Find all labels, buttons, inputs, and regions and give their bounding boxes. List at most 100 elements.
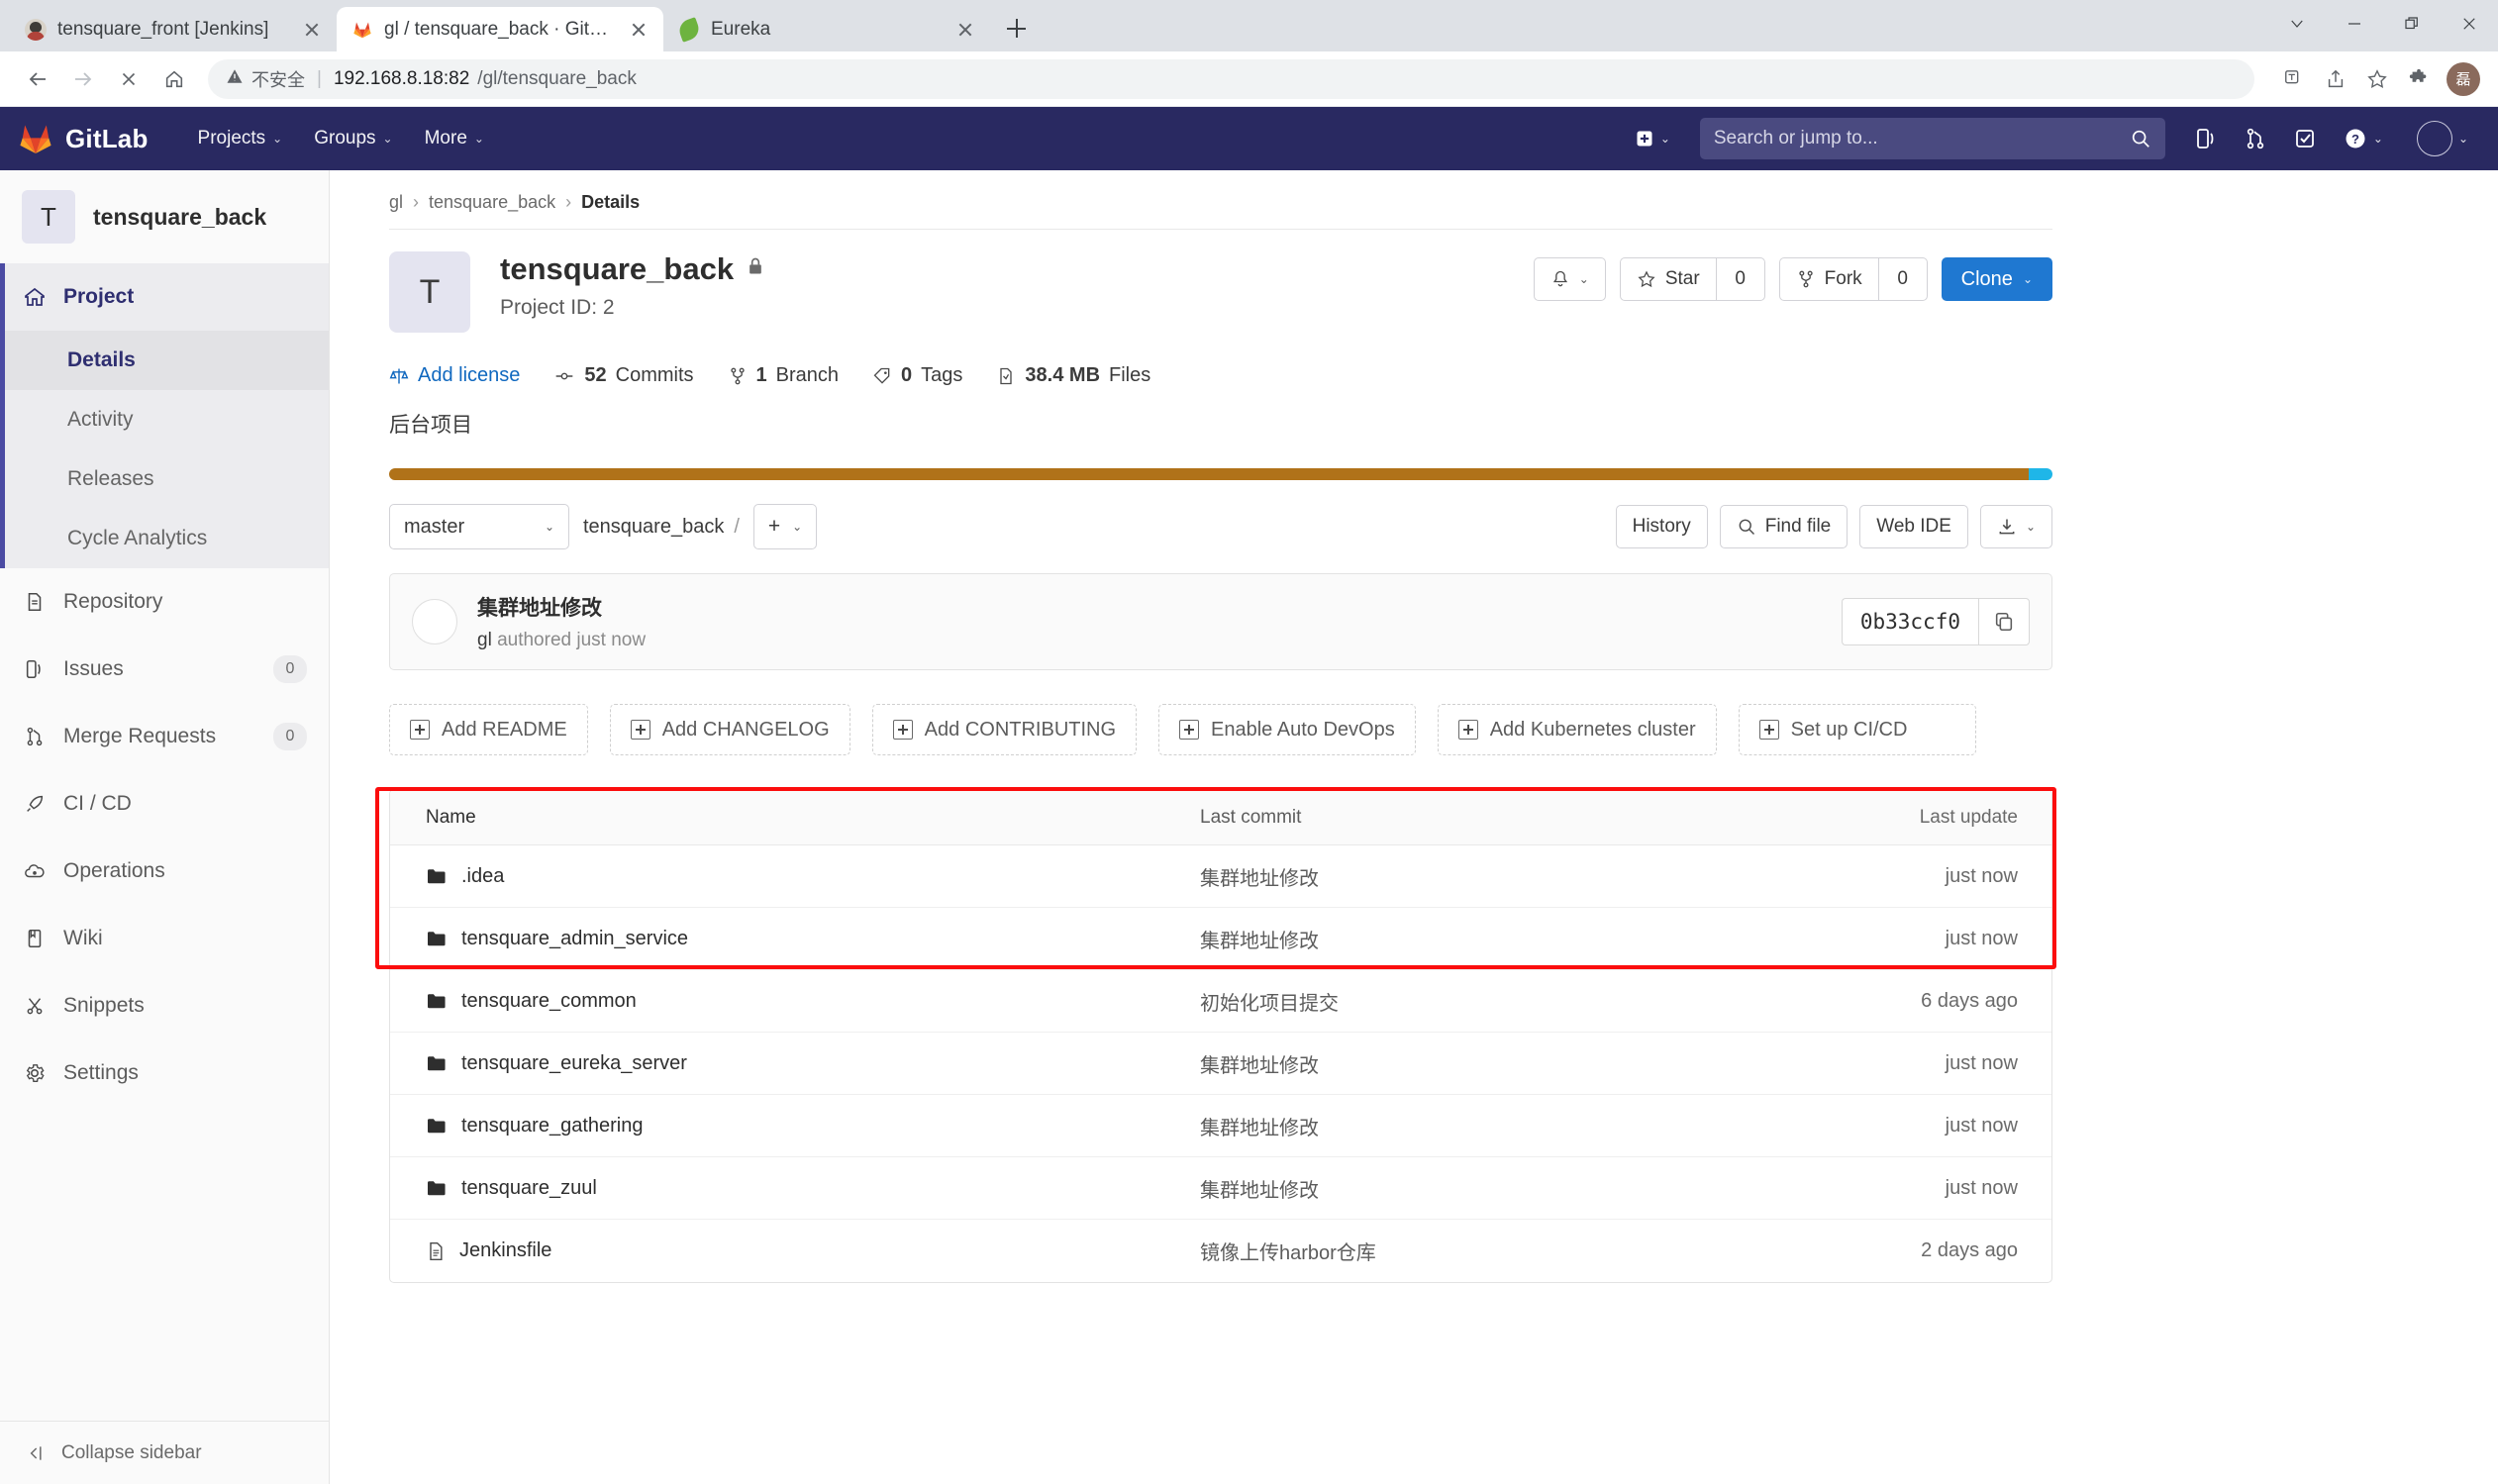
chevron-down-icon: ⌄ (272, 132, 283, 146)
nav-groups[interactable]: Groups ⌄ (298, 107, 408, 170)
enable-auto-devops-button[interactable]: Enable Auto DevOps (1158, 704, 1416, 755)
sidebar-item-snippets[interactable]: Snippets (0, 972, 329, 1039)
address-bar[interactable]: 不安全 | 192.168.8.18:82/gl/tensquare_back (208, 58, 2254, 99)
commits-stat[interactable]: 52 Commits (553, 364, 694, 387)
browser-profile-avatar[interactable]: 磊 (2447, 61, 2480, 96)
sidebar-item-issues[interactable]: Issues 0 (0, 636, 329, 703)
user-menu-button[interactable]: ⌄ (2399, 119, 2480, 158)
add-changelog-button[interactable]: Add CHANGELOG (609, 704, 850, 755)
breadcrumb-project[interactable]: tensquare_back (429, 192, 555, 213)
minimize-icon[interactable] (2326, 0, 2383, 48)
table-row[interactable]: tensquare_zuul 集群地址修改 just now (390, 1157, 2051, 1220)
copy-icon[interactable] (1978, 598, 2030, 645)
add-kubernetes-cluster-button[interactable]: Add Kubernetes cluster (1437, 704, 1717, 755)
file-commit-message[interactable]: 集群地址修改 (1200, 925, 1853, 953)
file-commit-message[interactable]: 集群地址修改 (1200, 1174, 1853, 1203)
new-tab-button[interactable] (996, 8, 1038, 49)
sidebar-project-header[interactable]: T tensquare_back (0, 170, 329, 263)
download-dropdown-button[interactable]: ⌄ (1979, 505, 2052, 548)
breadcrumb-group[interactable]: gl (389, 192, 403, 213)
close-icon[interactable] (2441, 0, 2498, 48)
chevron-down-icon[interactable] (2268, 0, 2326, 48)
browser-tab-jenkins[interactable]: tensquare_front [Jenkins] (10, 7, 337, 51)
fork-button[interactable]: Fork (1778, 257, 1878, 301)
clone-button[interactable]: Clone ⌄ (1941, 257, 2052, 301)
file-name-cell[interactable]: .idea (390, 865, 1200, 888)
bookmark-star-icon[interactable] (2357, 59, 2397, 99)
sidebar-item-operations[interactable]: Operations (0, 838, 329, 905)
notification-dropdown-button[interactable]: ⌄ (1533, 257, 1606, 301)
home-icon[interactable] (154, 59, 194, 99)
close-icon[interactable] (628, 19, 649, 41)
nav-more[interactable]: More ⌄ (409, 107, 500, 170)
help-menu-button[interactable]: ? ⌄ (2332, 119, 2395, 158)
tags-stat[interactable]: 0 Tags (872, 364, 962, 387)
sidebar-item-wiki[interactable]: Wiki (0, 905, 329, 972)
table-row[interactable]: Jenkinsfile 镜像上传harbor仓库 2 days ago (390, 1220, 2051, 1282)
file-commit-message[interactable]: 集群地址修改 (1200, 1112, 1853, 1140)
branches-stat[interactable]: 1 Branch (728, 364, 839, 387)
commit-sha[interactable]: 0b33ccf0 (1841, 598, 1978, 645)
file-name-cell[interactable]: tensquare_admin_service (390, 928, 1200, 950)
file-commit-message[interactable]: 集群地址修改 (1200, 1049, 1853, 1078)
browser-tab-gitlab[interactable]: gl / tensquare_back · GitLab (337, 7, 663, 51)
last-commit-message[interactable]: 集群地址修改 (477, 592, 646, 622)
file-name-cell[interactable]: tensquare_gathering (390, 1115, 1200, 1138)
collapse-sidebar-button[interactable]: Collapse sidebar (0, 1421, 329, 1484)
restore-icon[interactable] (2383, 0, 2441, 48)
search-input[interactable] (1713, 128, 2130, 149)
sidebar-item-details[interactable]: Details (0, 331, 329, 390)
add-readme-button[interactable]: Add README (389, 704, 588, 755)
forward-icon[interactable] (63, 59, 103, 99)
share-icon[interactable] (2316, 59, 2355, 99)
files-size-stat[interactable]: 38.4 MB Files (996, 364, 1150, 387)
table-row[interactable]: tensquare_eureka_server 集群地址修改 just now (390, 1033, 2051, 1095)
find-file-button[interactable]: Find file (1719, 505, 1849, 548)
file-name-cell[interactable]: Jenkinsfile (390, 1239, 1200, 1263)
file-name-cell[interactable]: tensquare_common (390, 990, 1200, 1013)
global-search[interactable] (1699, 118, 2165, 159)
sidebar-item-cycle-analytics[interactable]: Cycle Analytics (0, 509, 329, 568)
download-icon (1999, 519, 2015, 535)
stop-loading-icon[interactable] (109, 59, 149, 99)
issues-icon[interactable] (2183, 116, 2229, 161)
project-header: T tensquare_back Project ID: 2 ⌄ Star 0 … (389, 230, 2052, 333)
extensions-puzzle-icon[interactable] (2399, 59, 2439, 99)
sidebar-item-activity[interactable]: Activity (0, 390, 329, 449)
file-commit-message[interactable]: 集群地址修改 (1200, 862, 1853, 891)
table-row[interactable]: tensquare_admin_service 集群地址修改 just now (390, 908, 2051, 970)
table-row[interactable]: tensquare_gathering 集群地址修改 just now (390, 1095, 2051, 1157)
set-up-ci-cd-button[interactable]: Set up CI/CD (1738, 704, 1976, 755)
last-commit-author[interactable]: gl (477, 630, 492, 650)
file-commit-message[interactable]: 镜像上传harbor仓库 (1200, 1237, 1853, 1265)
add-to-repo-button[interactable]: + ⌄ (752, 504, 818, 549)
table-row[interactable]: tensquare_common 初始化项目提交 6 days ago (390, 970, 2051, 1033)
sidebar-item-merge-requests[interactable]: Merge Requests 0 (0, 703, 329, 770)
add-contributing-button[interactable]: Add CONTRIBUTING (871, 704, 1138, 755)
gitlab-logo[interactable]: GitLab (18, 121, 149, 156)
web-ide-button[interactable]: Web IDE (1859, 505, 1968, 548)
merge-requests-icon[interactable] (2233, 116, 2278, 161)
translate-icon[interactable] (2274, 59, 2314, 99)
repo-path-root[interactable]: tensquare_back (583, 516, 724, 539)
history-button[interactable]: History (1615, 505, 1708, 548)
sidebar-item-settings[interactable]: Settings (0, 1039, 329, 1107)
nav-projects[interactable]: Projects ⌄ (182, 107, 299, 170)
sidebar-item-project[interactable]: Project (0, 263, 329, 331)
branch-selector[interactable]: master ⌄ (389, 504, 569, 549)
star-button[interactable]: Star (1619, 257, 1716, 301)
new-dropdown-button[interactable]: ⌄ (1623, 119, 1682, 158)
browser-tab-eureka[interactable]: Eureka (663, 7, 990, 51)
table-row[interactable]: .idea 集群地址修改 just now (390, 845, 2051, 908)
close-icon[interactable] (954, 19, 976, 41)
file-commit-message[interactable]: 初始化项目提交 (1200, 987, 1853, 1016)
back-icon[interactable] (18, 59, 57, 99)
sidebar-item-releases[interactable]: Releases (0, 449, 329, 509)
sidebar-item-ci-cd[interactable]: CI / CD (0, 770, 329, 838)
file-name-cell[interactable]: tensquare_eureka_server (390, 1052, 1200, 1075)
sidebar-item-repository[interactable]: Repository (0, 568, 329, 636)
file-name-cell[interactable]: tensquare_zuul (390, 1177, 1200, 1200)
add-license-link[interactable]: Add license (389, 364, 520, 387)
close-icon[interactable] (301, 19, 323, 41)
todos-icon[interactable] (2282, 116, 2328, 161)
